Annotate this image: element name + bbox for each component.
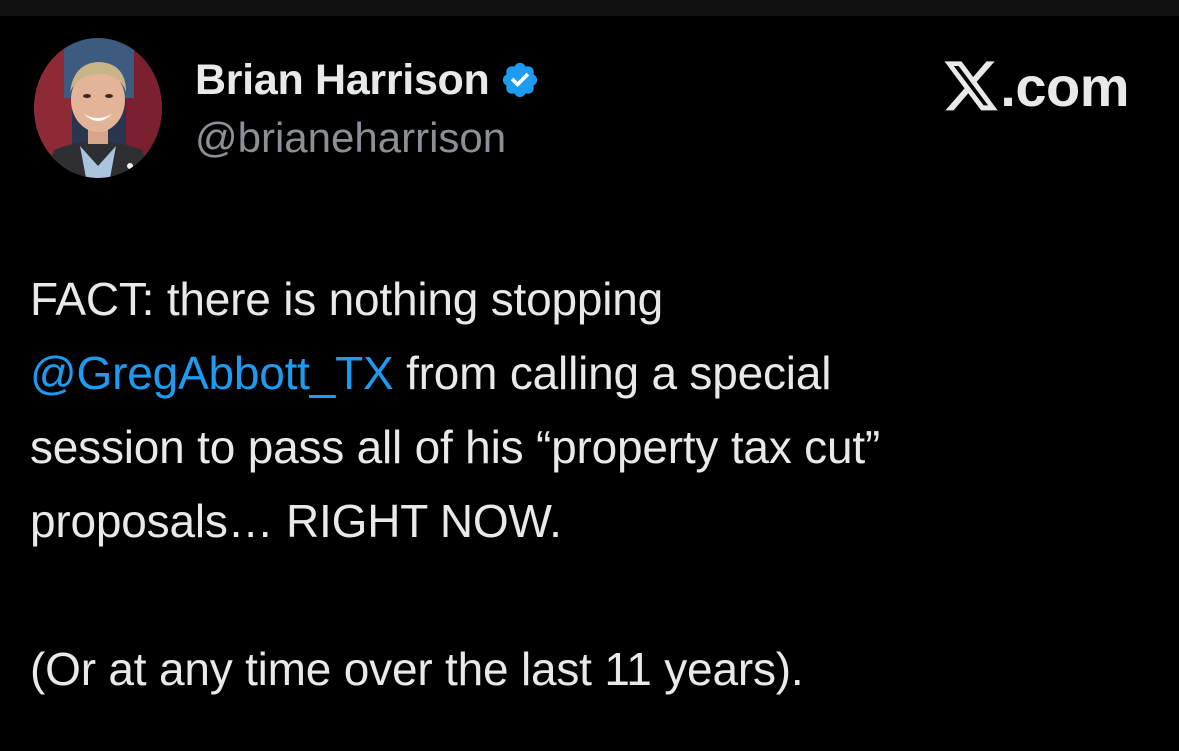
x-logo-icon (944, 61, 998, 111)
avatar-photo-icon (34, 38, 162, 178)
tweet-line: @GregAbbott_TX from calling a special (30, 336, 1150, 410)
tweet-line: (Or at any time over the last 11 years). (30, 643, 804, 695)
brand-suffix: .com (1000, 55, 1129, 118)
tweet-line: proposals… RIGHT NOW. (30, 495, 562, 547)
author-name-row: Brian Harrison (195, 52, 540, 108)
top-strip (0, 0, 1179, 16)
tweet-text: FACT: there is nothing stopping @GregAbb… (30, 262, 1150, 706)
author-display-name[interactable]: Brian Harrison (195, 56, 490, 105)
avatar[interactable] (34, 38, 162, 178)
site-brand: .com (944, 55, 1129, 119)
mention-link[interactable]: @GregAbbott_TX (30, 347, 394, 399)
verified-badge-icon (502, 62, 537, 98)
author-handle[interactable]: @brianeharrison (195, 114, 506, 162)
tweet-line: FACT: there is nothing stopping (30, 273, 664, 325)
tweet-line: session to pass all of his “property tax… (30, 421, 881, 473)
tweet-line-text: from calling a special (393, 347, 832, 399)
